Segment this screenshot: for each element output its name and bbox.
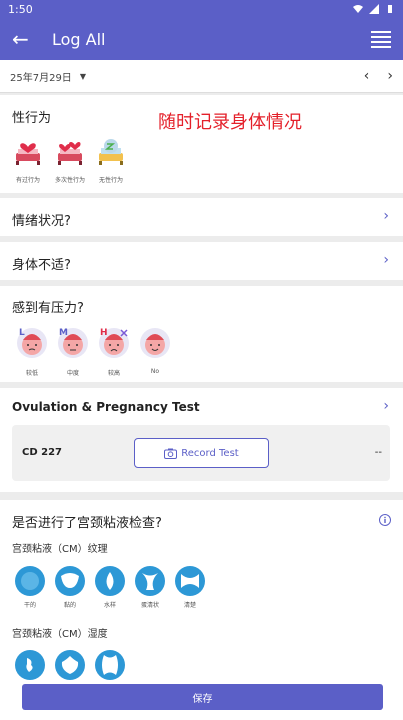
list-menu-icon[interactable]: [371, 29, 391, 49]
texture-option-sticky[interactable]: 黏的: [50, 566, 90, 609]
texture-option-clear[interactable]: 清楚: [170, 566, 210, 609]
discomfort-title: 身体不适?: [12, 258, 71, 273]
save-label: 保存: [192, 693, 213, 705]
texture-option-label: 干的: [23, 602, 36, 609]
battery-icon: [388, 5, 392, 13]
wetness-low-icon: [15, 650, 45, 680]
sex-option-label: 多次性行为: [54, 177, 85, 184]
bed-heart-icon: [16, 143, 40, 165]
mood-title: 情绪状况?: [12, 214, 71, 229]
clear-drop-icon: [175, 566, 205, 596]
chevron-right-icon: ›: [383, 208, 389, 224]
texture-option-label: 清楚: [183, 602, 196, 609]
wetness-option-1[interactable]: [10, 650, 50, 680]
chevron-right-icon[interactable]: ›: [383, 398, 389, 414]
sticky-drop-icon: [55, 566, 85, 596]
date-bar: 25年7月29日 ▼ ‹ ›: [0, 60, 403, 93]
status-icons: [353, 4, 395, 14]
sex-option-none[interactable]: 无性行为: [91, 135, 131, 184]
status-bar: 1:50: [0, 0, 403, 18]
record-test-label: Record Test: [181, 447, 239, 459]
info-icon[interactable]: [379, 514, 391, 526]
texture-option-label: 水样: [103, 602, 116, 609]
texture-option-eggwhite[interactable]: 蛋清状: [130, 566, 170, 609]
stress-option-label: 较高: [107, 370, 120, 377]
face-medium-stress-icon: M: [58, 328, 88, 358]
sex-option-multiple[interactable]: 多次性行为: [50, 135, 90, 184]
svg-text:H: H: [100, 328, 108, 338]
eggwhite-drop-icon: [135, 566, 165, 596]
stress-option-low[interactable]: L 较低: [12, 326, 52, 377]
signal-icon: [369, 4, 379, 14]
wetness-medium-icon: [55, 650, 85, 680]
stress-option-label: No: [150, 368, 160, 375]
texture-option-watery[interactable]: 水样: [90, 566, 130, 609]
next-day-chevron-icon[interactable]: ›: [387, 68, 393, 84]
camera-icon: [164, 448, 178, 459]
face-no-stress-icon: [140, 328, 170, 358]
test-result-value: --: [374, 447, 382, 458]
date-dropdown-icon[interactable]: ▼: [80, 72, 86, 81]
stress-option-high[interactable]: H 较高: [94, 326, 134, 377]
prev-day-chevron-icon[interactable]: ‹: [364, 68, 370, 84]
ovulation-title: Ovulation & Pregnancy Test: [12, 400, 200, 414]
face-high-stress-icon: H: [99, 328, 129, 358]
stress-option-label: 较低: [25, 370, 38, 377]
texture-option-label: 黏的: [63, 602, 76, 609]
cycle-day-label: CD 227: [22, 447, 62, 458]
svg-text:L: L: [19, 328, 25, 338]
wetness-title: 宫颈粘液（CM）湿度: [12, 629, 108, 640]
stress-option-none[interactable]: No: [135, 326, 175, 375]
ovulation-card: Ovulation & Pregnancy Test › CD 227 Reco…: [0, 388, 403, 492]
discomfort-card[interactable]: 身体不适? ›: [0, 242, 403, 280]
stress-title: 感到有压力?: [12, 301, 84, 316]
save-button[interactable]: 保存: [22, 684, 383, 710]
bed-sleep-icon: [99, 139, 123, 165]
sex-option-label: 有过行为: [15, 177, 40, 184]
texture-title: 宫颈粘液（CM）纹理: [12, 544, 108, 555]
status-time: 1:50: [8, 2, 33, 16]
date-label[interactable]: 25年7月29日: [10, 69, 72, 84]
chevron-right-icon: ›: [383, 252, 389, 268]
svg-text:M: M: [59, 328, 68, 338]
face-low-stress-icon: L: [17, 328, 47, 358]
page-title: Log All: [52, 29, 106, 49]
wifi-icon: [353, 5, 363, 13]
wetness-high-icon: [95, 650, 125, 680]
watery-drop-icon: [95, 566, 125, 596]
stress-card: 感到有压力? L 较低 M 中度 H 较高 No: [0, 286, 403, 382]
wetness-option-3[interactable]: [90, 650, 130, 680]
sex-option-label: 无性行为: [98, 177, 123, 184]
texture-option-dry[interactable]: 干的: [10, 566, 50, 609]
stress-option-medium[interactable]: M 中度: [53, 326, 93, 377]
back-arrow-icon[interactable]: ←: [12, 27, 40, 51]
promo-caption: 随时记录身体情况: [158, 112, 302, 133]
cervical-title: 是否进行了宫颈粘液检查?: [12, 516, 162, 531]
stress-option-label: 中度: [66, 370, 79, 377]
mood-card[interactable]: 情绪状况? ›: [0, 198, 403, 236]
bed-hearts-icon: [58, 142, 82, 165]
texture-option-label: 蛋清状: [140, 602, 159, 609]
app-bar: ← Log All: [0, 18, 403, 60]
cycle-day-box: CD 227 Record Test --: [12, 425, 390, 481]
record-test-button[interactable]: Record Test: [134, 438, 269, 468]
dry-drop-icon: [15, 566, 45, 596]
sex-option-had[interactable]: 有过行为: [8, 135, 48, 184]
wetness-option-2[interactable]: [50, 650, 90, 680]
sex-activity-title: 性行为: [12, 111, 52, 126]
